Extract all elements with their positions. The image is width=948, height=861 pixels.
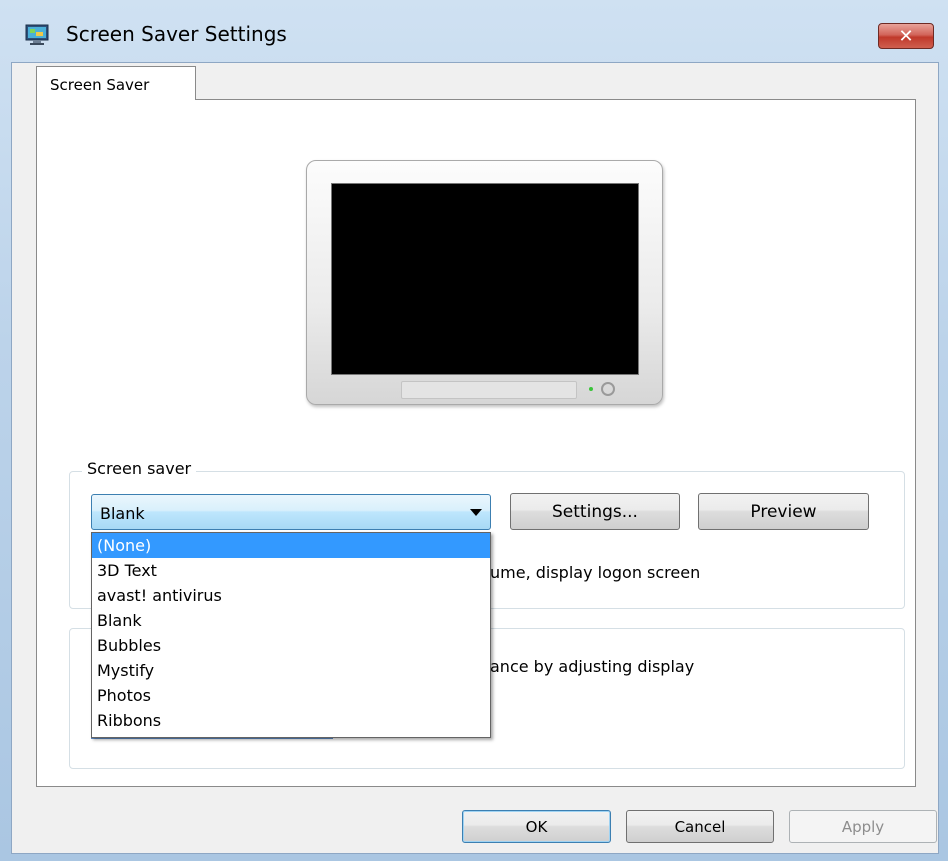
title-bar[interactable]: Screen Saver Settings ✕: [0, 0, 948, 60]
dropdown-option-avast[interactable]: avast! antivirus: [92, 583, 490, 608]
screen-saver-dropdown-list[interactable]: (None) 3D Text avast! antivirus Blank Bu…: [91, 532, 491, 738]
dropdown-option-3d-text[interactable]: 3D Text: [92, 558, 490, 583]
dropdown-option-blank[interactable]: Blank: [92, 608, 490, 633]
ok-button[interactable]: OK: [462, 810, 611, 843]
tab-label: Screen Saver: [50, 76, 150, 94]
combobox-selected-value: Blank: [100, 504, 145, 523]
close-button[interactable]: ✕: [878, 23, 934, 49]
cancel-button[interactable]: Cancel: [626, 810, 774, 843]
dropdown-option-mystify[interactable]: Mystify: [92, 658, 490, 683]
tab-screen-saver[interactable]: Screen Saver: [36, 66, 196, 100]
power-management-description: ance by adjusting display: [490, 657, 695, 676]
power-led-icon: [589, 387, 593, 391]
dropdown-option-none[interactable]: (None): [92, 533, 490, 558]
dropdown-option-ribbons[interactable]: Ribbons: [92, 708, 490, 733]
settings-button[interactable]: Settings...: [510, 493, 680, 530]
close-icon: ✕: [898, 25, 914, 47]
display-settings-icon: [25, 24, 49, 45]
on-resume-checkbox-label[interactable]: ume, display logon screen: [490, 563, 700, 582]
dropdown-option-bubbles[interactable]: Bubbles: [92, 633, 490, 658]
chevron-down-icon[interactable]: [470, 509, 482, 516]
screen-saver-combobox[interactable]: Blank: [91, 494, 491, 530]
screen-saver-group-legend: Screen saver: [82, 459, 197, 478]
monitor-screen: [331, 183, 639, 375]
preview-button[interactable]: Preview: [698, 493, 869, 530]
dropdown-option-photos[interactable]: Photos: [92, 683, 490, 708]
monitor-bezel-slot: [401, 381, 577, 399]
monitor-preview: [306, 160, 663, 405]
apply-button[interactable]: Apply: [789, 810, 937, 843]
window-title: Screen Saver Settings: [66, 22, 287, 46]
power-button-icon: [601, 382, 615, 396]
